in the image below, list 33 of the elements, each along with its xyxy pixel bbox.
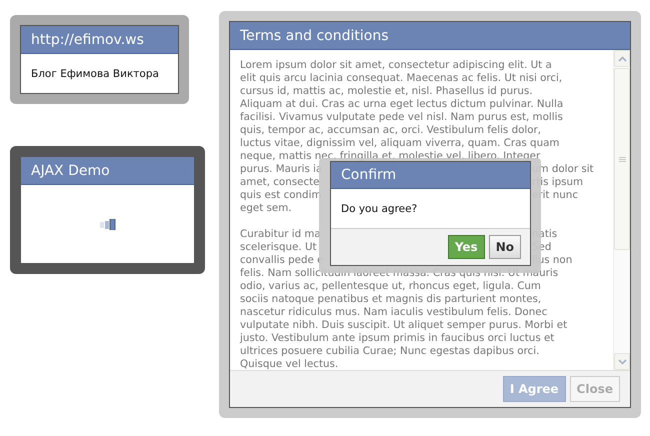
- text-line: eget sem.: [240, 202, 292, 215]
- text-line: ultrices posuere cubilia Curae; Nunc egestas dapibus orci.: [240, 345, 540, 358]
- text-line: Lorem ipsum dolor sit amet, consectetur adipiscing elit. Ut a: [240, 59, 552, 72]
- text-fragment: amet, consecte: [240, 176, 320, 188]
- dialog-message: Do you agree?: [341, 202, 418, 214]
- grip-icon: [618, 156, 626, 162]
- no-button[interactable]: No: [488, 235, 521, 259]
- text-line: felis. Nam sollicitudin laoreet massa. Cras quis nisl. Ut mauris: [240, 267, 558, 280]
- window-title: Terms and conditions: [240, 28, 388, 44]
- text-fragment: scelerisque. Ut: [240, 241, 317, 253]
- text-line: vulputate nibh. Duis suscipit. Ut aliquet semper purus. Morbi et: [240, 319, 568, 332]
- text-fragment: quis est condim: [240, 189, 322, 201]
- text-line: facilisi. Vivamus vulputate pede vel nisl. Nam purus est, mollis: [240, 111, 563, 124]
- text-fragment: purus. Mauris ia: [240, 163, 322, 175]
- text-line: sociis natoque penatibus et magnis dis parturient montes,: [240, 293, 542, 306]
- text-line: Quisque vel lectus.: [240, 358, 338, 370]
- text-fragment: Curabitur id ma: [240, 228, 321, 240]
- window-title: http://efimov.ws: [31, 32, 144, 48]
- text-line: elit quis arcu lacinia consequat. Maecenas ac felis. Ut nisi orci,: [240, 72, 562, 85]
- text-line: odio, varius ac, pellentesque ut, rhoncus eget, ligula. Cum: [240, 280, 541, 293]
- text-line: luctus vitae, dignissim vel, aliquam viverra, quam. Cras quam: [240, 137, 560, 150]
- text-fragment: convallis pede e: [240, 254, 324, 266]
- text-line: Aliquam at dui. Cras ac urna eget lectus dictum pulvinar. Nulla: [240, 98, 564, 111]
- text-line: justo. Vestibulum ante ipsum primis in faucibus orci luctus et: [240, 332, 554, 345]
- window-title: AJAX Demo: [31, 162, 110, 178]
- window-text: Блог Ефимова Виктора: [31, 68, 159, 80]
- text-line: quis, tempor ac, accumsan ac, orci. Vestibulum felis dolor,: [240, 124, 542, 137]
- scrollbar[interactable]: [613, 50, 630, 370]
- text-line: nascetur ridiculus mus. Nam iaculis vestibulum felis. Donec: [240, 306, 548, 319]
- dialog-title: Confirm: [341, 167, 396, 183]
- text-line: cursus id, mattis ac, molestie et, nisl. Phasellus id purus.: [240, 85, 533, 98]
- text-line: neque, mattis nec, fringilla et, molestie vel, libero. Integer: [240, 150, 540, 163]
- yes-button[interactable]: Yes: [448, 235, 485, 259]
